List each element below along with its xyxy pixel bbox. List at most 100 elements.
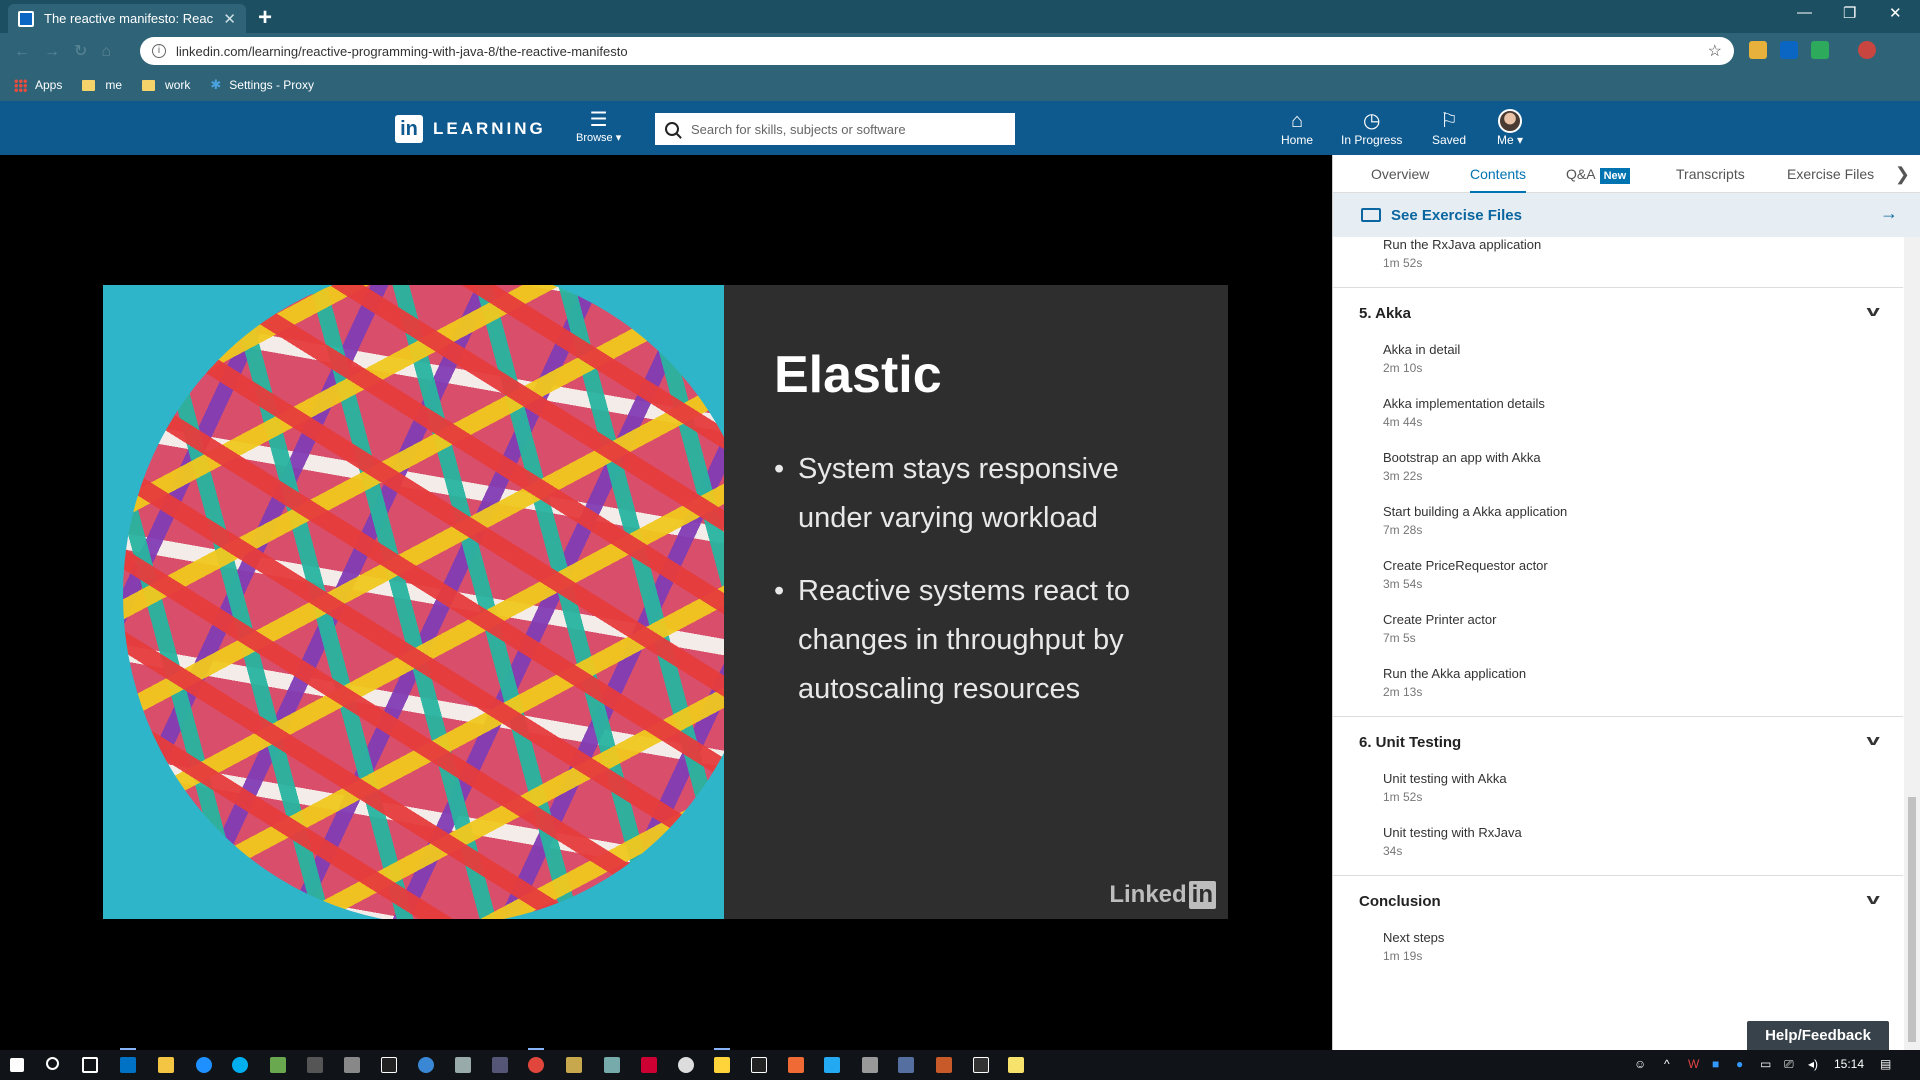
task-view-icon[interactable] bbox=[82, 1057, 98, 1073]
in-progress-button[interactable]: ◷ In Progress bbox=[1341, 109, 1402, 147]
skype-icon[interactable] bbox=[232, 1057, 248, 1073]
app-icon[interactable] bbox=[492, 1057, 508, 1073]
terminal-icon[interactable] bbox=[307, 1057, 323, 1073]
virtualbox-icon[interactable] bbox=[455, 1057, 471, 1073]
toc-scrollbar[interactable] bbox=[1904, 237, 1920, 1050]
linkedin-extension-icon[interactable] bbox=[1780, 41, 1798, 59]
bookmarks-bar: Apps me work ✱ Settings - Proxy bbox=[0, 69, 1920, 101]
clock-time[interactable]: 15:14 bbox=[1834, 1057, 1864, 1071]
outlook-icon[interactable] bbox=[120, 1057, 136, 1073]
tab-contents[interactable]: Contents bbox=[1470, 166, 1527, 193]
bookmark-star-icon[interactable]: ☆ bbox=[1708, 41, 1722, 61]
app-icon[interactable] bbox=[788, 1057, 804, 1073]
video-player[interactable]: Elastic System stays responsive under va… bbox=[0, 155, 1332, 1050]
close-window-button[interactable]: ✕ bbox=[1889, 4, 1902, 22]
app-icon[interactable] bbox=[604, 1057, 620, 1073]
scrollbar-thumb[interactable] bbox=[1908, 797, 1916, 1042]
linkedin-learning-logo[interactable]: in LEARNING bbox=[395, 115, 546, 143]
bookmark-settings-proxy[interactable]: ✱ Settings - Proxy bbox=[210, 77, 314, 93]
app-icon[interactable] bbox=[678, 1057, 694, 1073]
list-item[interactable]: Create Printer actor 7m 5s bbox=[1333, 608, 1903, 662]
chrome-icon[interactable] bbox=[528, 1057, 544, 1073]
app-icon[interactable] bbox=[898, 1057, 914, 1073]
list-item[interactable]: Next steps 1m 19s bbox=[1333, 926, 1903, 980]
list-item[interactable]: Run the RxJava application 1m 52s bbox=[1333, 237, 1903, 287]
linkedin-watermark: Linked in bbox=[1109, 881, 1216, 909]
sticky-notes-icon[interactable] bbox=[714, 1057, 730, 1073]
tray-app-icon[interactable]: W bbox=[1688, 1057, 1699, 1071]
chapter-unit-testing: 6. Unit Testing v Unit testing with Akka 1… bbox=[1333, 716, 1903, 875]
app-icon[interactable] bbox=[641, 1057, 657, 1073]
app-icon[interactable] bbox=[418, 1057, 434, 1073]
bookmark-apps[interactable]: Apps bbox=[14, 78, 62, 92]
network-icon[interactable]: ⎚ bbox=[1784, 1057, 1794, 1072]
search-icon[interactable] bbox=[46, 1057, 59, 1070]
internet-explorer-icon[interactable] bbox=[196, 1057, 212, 1073]
chapter-header[interactable]: 6. Unit Testing v bbox=[1333, 731, 1903, 767]
restore-button[interactable]: ❐ bbox=[1843, 4, 1856, 22]
list-item[interactable]: Run the Akka application 2m 13s bbox=[1333, 662, 1903, 716]
home-icon: ⌂ bbox=[1290, 110, 1304, 132]
list-item[interactable]: Akka in detail 2m 10s bbox=[1333, 338, 1903, 392]
list-item[interactable]: Create PriceRequestor actor 3m 54s bbox=[1333, 554, 1903, 608]
skype-tray-icon[interactable]: ● bbox=[1736, 1057, 1743, 1071]
app-icon[interactable] bbox=[566, 1057, 582, 1073]
saved-button[interactable]: ⚐ Saved bbox=[1432, 109, 1466, 147]
vscode-icon[interactable] bbox=[824, 1057, 840, 1073]
tab-overview[interactable]: Overview bbox=[1371, 166, 1429, 182]
chevron-down-icon[interactable]: v bbox=[1866, 731, 1879, 751]
chevron-down-icon[interactable]: v bbox=[1866, 302, 1879, 322]
app-icon[interactable] bbox=[270, 1057, 286, 1073]
list-item[interactable]: Start building a Akka application 7m 28s bbox=[1333, 500, 1903, 554]
me-menu-button[interactable]: Me ▾ bbox=[1497, 109, 1523, 147]
list-item[interactable]: Unit testing with RxJava 34s bbox=[1333, 821, 1903, 875]
file-explorer-icon[interactable] bbox=[158, 1057, 174, 1073]
profile-avatar-icon[interactable] bbox=[1858, 41, 1876, 59]
show-hidden-icons-icon[interactable]: ^ bbox=[1664, 1057, 1670, 1071]
notifications-icon[interactable]: ▤ bbox=[1880, 1057, 1891, 1071]
chapter-header[interactable]: Conclusion v bbox=[1333, 890, 1903, 926]
home-button[interactable]: ⌂ Home bbox=[1281, 109, 1313, 147]
list-item[interactable]: Bootstrap an app with Akka 3m 22s bbox=[1333, 446, 1903, 500]
intellij-icon[interactable] bbox=[751, 1057, 767, 1073]
new-tab-button[interactable]: + bbox=[258, 4, 272, 32]
volume-icon[interactable]: ◂) bbox=[1808, 1057, 1818, 1071]
folder-icon bbox=[142, 79, 156, 91]
list-item[interactable]: Unit testing with Akka 1m 52s bbox=[1333, 767, 1903, 821]
windows-start-icon[interactable] bbox=[10, 1058, 24, 1072]
list-item[interactable]: Akka implementation details 4m 44s bbox=[1333, 392, 1903, 446]
extension-icon[interactable] bbox=[1749, 41, 1767, 59]
course-slide: Elastic System stays responsive under va… bbox=[103, 285, 1228, 919]
chevron-right-icon[interactable]: ❯ bbox=[1895, 164, 1910, 185]
battery-icon[interactable]: ▭ bbox=[1760, 1057, 1771, 1071]
app-icon[interactable] bbox=[862, 1057, 878, 1073]
bookmark-me[interactable]: me bbox=[82, 78, 122, 92]
people-icon[interactable]: ☺ bbox=[1634, 1057, 1646, 1071]
nav-buttons[interactable]: ←→↻⌂ bbox=[14, 41, 125, 61]
app-icon[interactable] bbox=[936, 1057, 952, 1073]
tab-close-icon[interactable]: ✕ bbox=[223, 10, 236, 28]
browser-tab[interactable]: The reactive manifesto: Reac ✕ bbox=[8, 4, 246, 33]
intellij-icon[interactable] bbox=[381, 1057, 397, 1073]
tab-transcripts[interactable]: Transcripts bbox=[1676, 166, 1745, 182]
site-info-icon[interactable]: i bbox=[152, 44, 166, 58]
browse-menu-button[interactable]: ☰ Browse ▾ bbox=[576, 109, 621, 144]
linkedin-logo-icon: in bbox=[395, 115, 423, 143]
address-bar[interactable]: i linkedin.com/learning/reactive-program… bbox=[140, 37, 1734, 65]
extension-icon[interactable] bbox=[1811, 41, 1829, 59]
tab-exercise-files[interactable]: Exercise Files bbox=[1787, 166, 1874, 182]
help-feedback-button[interactable]: Help/Feedback bbox=[1747, 1021, 1889, 1051]
minimize-button[interactable]: — bbox=[1797, 4, 1812, 21]
search-input[interactable]: Search for skills, subjects or software bbox=[655, 113, 1015, 145]
app-icon[interactable] bbox=[344, 1057, 360, 1073]
slide-title: Elastic bbox=[774, 346, 942, 404]
chapter-header[interactable]: 5. Akka v bbox=[1333, 302, 1903, 338]
slide-bullet: System stays responsive under varying wo… bbox=[774, 445, 1194, 543]
bookmark-work[interactable]: work bbox=[142, 78, 190, 92]
tab-qa[interactable]: Q&A New bbox=[1566, 166, 1631, 184]
notepad-icon[interactable] bbox=[1008, 1057, 1024, 1073]
see-exercise-files-button[interactable]: See Exercise Files → bbox=[1333, 193, 1920, 237]
7zip-icon[interactable] bbox=[973, 1057, 989, 1073]
outlook-tray-icon[interactable]: ■ bbox=[1712, 1057, 1719, 1071]
chevron-down-icon[interactable]: v bbox=[1866, 890, 1879, 910]
